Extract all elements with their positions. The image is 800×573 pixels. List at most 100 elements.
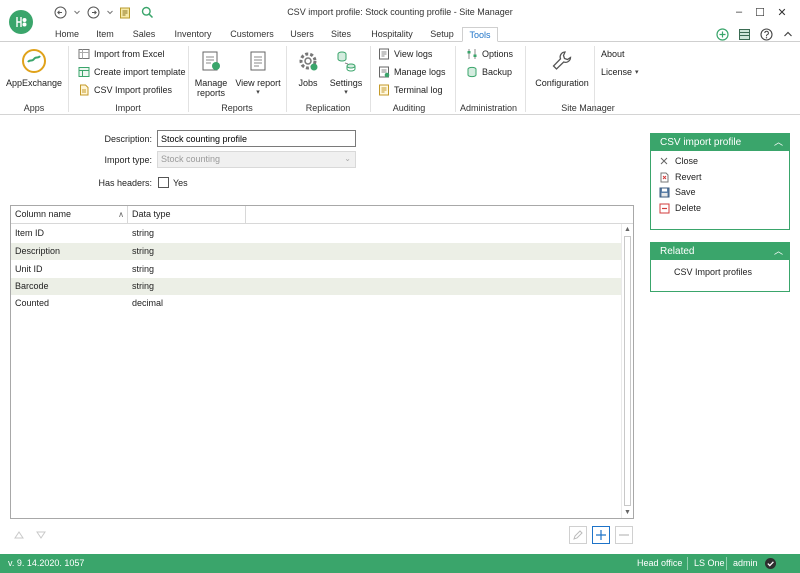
app-logo[interactable] xyxy=(9,10,33,34)
delete-action[interactable]: Delete xyxy=(658,201,701,215)
import-from-excel-button[interactable]: Import from Excel xyxy=(78,47,165,61)
maximize-button[interactable]: ☐ xyxy=(752,4,768,20)
description-input[interactable] xyxy=(157,130,356,147)
column-header-type[interactable]: Data type xyxy=(128,206,246,224)
move-down-button[interactable] xyxy=(32,526,50,544)
has-headers-checkbox[interactable] xyxy=(158,177,169,188)
edit-button[interactable] xyxy=(569,526,587,544)
layout-icon[interactable] xyxy=(737,27,751,41)
group-label-site-manager: Site Manager xyxy=(561,103,615,113)
collapse-ribbon-icon[interactable] xyxy=(781,27,795,41)
tab-sites[interactable]: Sites xyxy=(326,27,356,42)
tab-tools[interactable]: Tools xyxy=(462,27,498,42)
license-label: License xyxy=(601,67,633,77)
scroll-down-icon[interactable]: ▼ xyxy=(622,507,633,518)
view-report-button[interactable]: View report ▾ xyxy=(233,47,283,98)
options-icon xyxy=(466,48,478,60)
status-ok-icon xyxy=(764,557,777,570)
description-label: Description: xyxy=(104,134,152,144)
table-row[interactable]: Item ID string xyxy=(11,225,621,242)
configuration-label: Configuration xyxy=(535,78,589,88)
group-label-administration: Administration xyxy=(459,103,518,113)
close-window-button[interactable]: ✕ xyxy=(774,4,790,20)
remove-button[interactable] xyxy=(615,526,633,544)
has-headers-label: Has headers: xyxy=(98,178,152,188)
tab-customers[interactable]: Customers xyxy=(226,27,278,42)
save-action-label: Save xyxy=(675,187,696,197)
about-button[interactable]: About xyxy=(601,47,625,61)
status-separator xyxy=(687,557,688,570)
cell-column-name: Item ID xyxy=(15,228,45,238)
columns-grid[interactable]: Column name ∧ Data type Item ID string D… xyxy=(10,205,634,519)
tab-setup[interactable]: Setup xyxy=(427,27,457,42)
appexchange-button[interactable]: AppExchange xyxy=(6,47,62,88)
related-panel: Related ︿ CSV Import profiles xyxy=(650,242,790,292)
view-report-icon xyxy=(244,47,272,75)
collapse-icon[interactable]: ︿ xyxy=(774,134,783,151)
manage-reports-button[interactable]: Manage reports xyxy=(192,47,230,98)
terminal-log-button[interactable]: Terminal log xyxy=(378,83,443,97)
cell-data-type: string xyxy=(132,228,155,238)
manage-reports-label-1: Manage xyxy=(194,78,228,88)
tab-sales[interactable]: Sales xyxy=(128,27,160,42)
configuration-button[interactable]: Configuration xyxy=(533,47,591,88)
tab-users[interactable]: Users xyxy=(286,27,318,42)
cell-data-type: decimal xyxy=(132,298,164,308)
add-button[interactable] xyxy=(592,526,610,544)
template-icon xyxy=(78,66,90,78)
move-up-button[interactable] xyxy=(10,526,28,544)
excel-icon xyxy=(78,48,90,60)
create-import-template-button[interactable]: Create import template xyxy=(78,65,186,79)
settings-label: Settings xyxy=(329,78,363,88)
window-title: CSV import profile: Stock counting profi… xyxy=(287,7,513,17)
group-label-apps: Apps xyxy=(23,103,45,113)
table-row[interactable]: Counted decimal xyxy=(11,295,621,312)
collapse-icon[interactable]: ︿ xyxy=(774,243,783,260)
table-row[interactable]: Barcode string xyxy=(11,278,621,295)
view-logs-label: View logs xyxy=(394,49,433,59)
license-button[interactable]: License ▾ xyxy=(601,65,639,79)
tab-item[interactable]: Item xyxy=(92,27,118,42)
import-type-select[interactable]: Stock counting ⌄ xyxy=(157,151,356,168)
scroll-up-icon[interactable]: ▲ xyxy=(622,224,633,235)
cell-data-type: string xyxy=(132,281,155,291)
tab-home[interactable]: Home xyxy=(52,27,82,42)
gear-icon xyxy=(294,47,322,75)
profile-actions-panel: CSV import profile ︿ Close Revert Save D… xyxy=(650,133,790,230)
cell-column-name: Counted xyxy=(15,298,50,308)
chevron-down-icon: ▾ xyxy=(256,89,260,96)
add-icon[interactable] xyxy=(715,27,729,41)
close-action-label: Close xyxy=(675,156,699,166)
related-csv-import-profiles-link[interactable]: CSV Import profiles xyxy=(674,265,752,279)
backup-button[interactable]: Backup xyxy=(466,65,512,79)
tab-inventory[interactable]: Inventory xyxy=(169,27,217,42)
manage-logs-button[interactable]: Manage logs xyxy=(378,65,446,79)
ribbon-tabs: Home Item Sales Inventory Customers User… xyxy=(0,26,800,42)
jobs-button[interactable]: Jobs xyxy=(293,47,323,88)
database-label: LS One xyxy=(694,558,725,568)
csv-import-profiles-button[interactable]: CSV Import profiles xyxy=(78,83,172,97)
settings-button[interactable]: Settings ▾ xyxy=(326,47,366,98)
manage-reports-icon xyxy=(197,47,225,75)
sort-up-icon: ∧ xyxy=(118,210,124,219)
help-icon[interactable] xyxy=(759,27,773,41)
save-action[interactable]: Save xyxy=(658,185,696,199)
grid-header: Column name ∧ Data type xyxy=(11,206,633,224)
minimize-button[interactable]: – xyxy=(731,4,747,20)
table-row[interactable]: Description string xyxy=(11,243,621,260)
group-label-import: Import xyxy=(115,103,141,113)
scrollbar-thumb[interactable] xyxy=(624,236,631,506)
vertical-scrollbar[interactable]: ▲ ▼ xyxy=(621,224,633,518)
backup-label: Backup xyxy=(482,67,513,77)
csv-profile-icon xyxy=(78,84,90,96)
has-headers-option-label: Yes xyxy=(173,178,188,188)
close-action[interactable]: Close xyxy=(658,154,698,168)
tab-hospitality[interactable]: Hospitality xyxy=(364,27,420,42)
revert-action-label: Revert xyxy=(675,172,702,182)
revert-action[interactable]: Revert xyxy=(658,170,702,184)
column-header-name[interactable]: Column name ∧ xyxy=(11,206,128,224)
table-row[interactable]: Unit ID string xyxy=(11,261,621,278)
options-button[interactable]: Options xyxy=(466,47,513,61)
group-label-replication: Replication xyxy=(305,103,351,113)
view-logs-button[interactable]: View logs xyxy=(378,47,432,61)
